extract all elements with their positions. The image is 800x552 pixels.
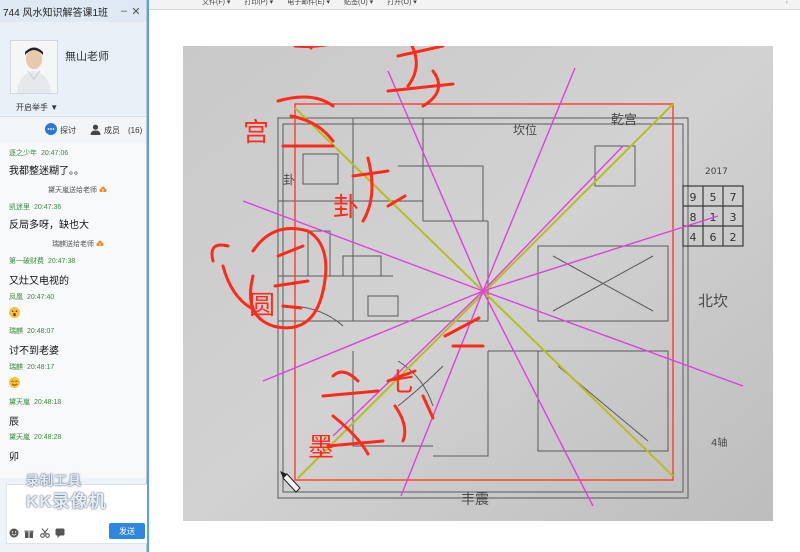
luoshu-cell: 5 [710,191,717,204]
message-meta: 瑞麒 20:48:07 [9,326,54,336]
red-label: 卦 [333,193,359,223]
viewer-menu-bar: 文件(F) ▾ 打印(P) ▾ 电子邮件(E) ▾ 贴签(U) ▾ 打开(O) … [149,0,800,10]
gift-notice: 黛天嵐送给老师 [48,185,107,195]
message-text: 反局多呀，缺也大 [9,220,89,231]
message-user: 凤凰 [9,294,23,301]
message-time: 20:48:28 [34,434,62,441]
message-user: 第一破财费 [9,258,44,265]
person-icon [90,124,101,137]
luoshu-cell: 2 [730,231,737,244]
red-label: 圆 [249,291,275,321]
message-time: 20:47:38 [48,258,76,265]
message-time: 20:48:17 [27,364,55,371]
message-time: 20:47:36 [34,204,62,211]
teacher-name: 無山老师 [65,51,109,63]
chat-title-bar: 744 风水知识解答课1班 – ✕ [0,0,146,22]
message-time: 20:48:07 [27,328,55,335]
message-user: 逐之少年 [9,150,37,157]
chat-tabs: 探讨 成员 (16) [0,116,146,144]
flower-icon [99,186,107,193]
hand-raise-toggle[interactable]: 开启举手 ▼ [16,102,58,113]
red-label: 七 [388,368,414,398]
close-button[interactable]: ✕ [130,5,142,18]
message-text: 辰 [9,417,19,428]
watermark-line-2: KK录像机 [26,492,107,511]
message-meta: 黛天嵐 20:48:28 [9,432,61,442]
members-count: (16) [128,125,143,135]
flower-icon [96,240,104,247]
luoshu-cell: 3 [730,211,737,224]
avatar[interactable] [10,40,58,94]
message-text: 卯 [9,452,19,463]
tab-discuss[interactable]: 探讨 [45,123,76,137]
menu-file[interactable]: 文件(F) ▾ [202,0,230,6]
teacher-card: 無山老师 开启举手 ▼ [0,22,146,114]
tab-discuss-label: 探讨 [60,125,76,135]
message-meta: 黛天嵐 20:48:18 [9,397,61,407]
message-text: 又灶又电视的 [9,276,69,287]
paper-background [183,46,773,521]
luoshu-cell: 7 [730,191,737,204]
message-meta: 第一破财费 20:47:38 [9,256,75,266]
message-time: 20:47:06 [41,150,69,157]
pencil-label: 乾宫 [611,113,637,128]
pencil-label: 卦 [283,173,295,187]
emoji-icon[interactable] [9,527,19,538]
window-title: 744 风水知识解答课1班 [3,7,109,19]
luoshu-cell: 6 [710,231,717,244]
gift-notice-text: 黛天嵐送给老师 [48,187,97,194]
pencil-label: 北坎 [698,292,728,310]
comment-icon[interactable] [55,527,65,538]
luoshu-cell: 9 [690,191,697,204]
red-label: 墨 [308,433,334,463]
pencil-label: 丰震 [461,492,489,508]
chat-bubble-icon [45,123,57,137]
chat-panel: 744 风水知识解答课1班 – ✕ 無山老师 开启举手 ▼ 探讨 成员 (16)… [0,0,156,552]
message-user: 瑞麒 [9,328,23,335]
minimize-button[interactable]: – [118,5,130,17]
message-time: 20:48:18 [34,399,62,406]
gift-icon[interactable] [24,527,34,538]
message-user: 瑞麒 [9,364,23,371]
message-meta: 凤凰 20:47:40 [9,292,54,302]
message-meta: 凯迷里 20:47:36 [9,202,61,212]
floor-plan-photo[interactable]: 9 5 7 8 1 3 4 6 2 2017 乾宫 坎位 北坎 卦 丰震 [183,14,773,521]
luoshu-year: 2017 [705,167,728,177]
gift-notice-text: 瑞麒送给老师 [52,241,94,248]
red-label: 兵 [428,46,454,47]
message-meta: 逐之少年 20:47:06 [9,148,68,158]
red-label: 宫 [243,118,269,148]
message-text: 我都整迷糊了。。 [9,166,84,177]
pencil-label: 坎位 [513,122,537,137]
scissors-icon[interactable] [40,527,50,538]
tab-members[interactable]: 成员 (16) [90,124,142,137]
send-button[interactable]: 发送 [109,523,145,539]
menu-print[interactable]: 打印(P) ▾ [244,0,273,6]
message-user: 凯迷里 [9,204,30,211]
smile-emoji-icon [9,377,20,388]
message-text: 讨不到老婆 [9,346,59,357]
message-user: 黛天嵐 [9,399,30,406]
menu-open[interactable]: 打开(O) ▾ [387,0,417,6]
pencil-label: 4轴 [711,436,727,449]
menu-grip-icon[interactable]: ⁝ [786,0,788,6]
floor-plan-drawing: 9 5 7 8 1 3 4 6 2 2017 乾宫 坎位 北坎 卦 丰震 [183,14,773,521]
image-viewer: 文件(F) ▾ 打印(P) ▾ 电子邮件(E) ▾ 贴签(U) ▾ 打开(O) … [147,0,800,552]
tab-members-label: 成员 [104,125,120,135]
message-meta: 瑞麒 20:48:17 [9,362,54,372]
message-user: 黛天嵐 [9,434,30,441]
menu-label[interactable]: 贴签(U) ▾ [344,0,373,6]
menu-email[interactable]: 电子邮件(E) ▾ [287,0,330,6]
teacher-portrait-icon [11,41,57,93]
message-time: 20:47:40 [27,294,55,301]
gift-notice: 瑞麒送给老师 [52,239,104,249]
luoshu-cell: 4 [690,231,697,244]
message-list[interactable]: 逐之少年 20:47:06 我都整迷糊了。。 黛天嵐送给老师 凯迷里 20:47:3… [0,143,146,478]
luoshu-cell: 8 [690,211,697,224]
surprised-emoji-icon [9,307,20,318]
